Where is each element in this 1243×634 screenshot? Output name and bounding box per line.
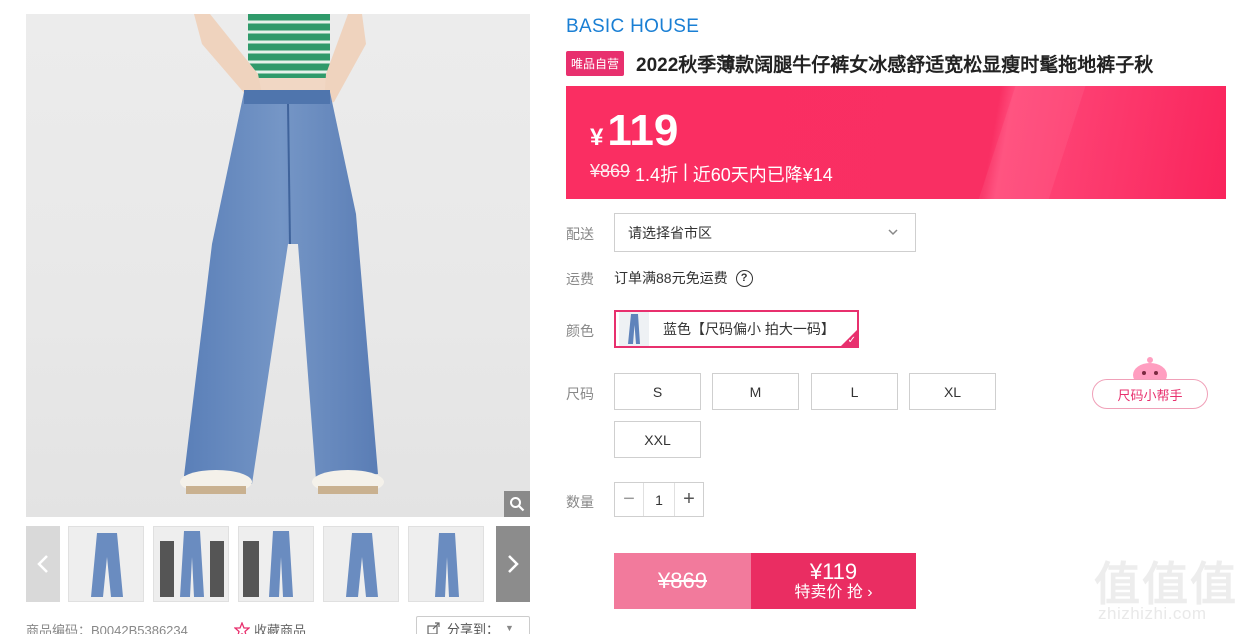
size-option-l[interactable]: L [811,373,898,410]
size-option-s[interactable]: S [614,373,701,410]
chevron-down-icon [888,229,898,236]
currency-symbol: ¥ [590,124,604,151]
title-row: 唯品自营 2022秋季薄款阔腿牛仔裤女冰感舒适宽松显瘦时髦拖地裤子秋 [566,50,1153,77]
gallery-footer: 商品编码：B0042B5386234 收藏商品 分享到： ▼ [26,616,530,634]
current-price: ¥ 119 [590,106,678,156]
chevron-right-icon [508,555,519,573]
product-title: 2022秋季薄款阔腿牛仔裤女冰感舒适宽松显瘦时髦拖地裤子秋 [636,55,1154,76]
thumbnail-1[interactable] [68,526,144,602]
thumbnail-3[interactable] [238,526,314,602]
fee-info: 订单满88元免运费 ? [614,268,753,288]
discount-rate: 1.4折 [635,165,679,185]
main-product-image[interactable] [26,14,530,517]
product-code: 商品编码：B0042B5386234 [26,623,188,634]
check-icon: ✓ [847,335,856,346]
price-banner: ¥ 119 ¥869 1.4折 | 近60天内已降¥14 [566,86,1226,199]
buy-button[interactable]: ¥869 ¥119 特卖价 抢 › [614,553,916,609]
size-option-m[interactable]: M [712,373,799,410]
favorite-label: 收藏商品 [254,623,307,634]
watermark-url: zhizhizhi.com [1098,604,1207,623]
banner-decoration [973,86,1089,199]
quantity-minus-button[interactable]: − [615,483,643,516]
color-label: 颜色 [566,323,594,339]
favorite-button[interactable]: 收藏商品 [234,620,306,634]
color-swatch-image [619,312,649,346]
original-price: ¥869 [590,161,631,181]
color-option-blue[interactable]: 蓝色【尺码偏小 拍大一码】 ✓ [614,310,859,348]
zoom-icon[interactable] [504,491,530,517]
shipping-label: 配送 [566,226,594,242]
size-label: 尺码 [566,386,594,402]
watermark: 值值值 zhizhizhi.com [1094,548,1240,628]
region-select[interactable]: 请选择省市区 [614,213,916,252]
share-icon [427,622,440,634]
thumbnail-2[interactable] [153,526,229,602]
quantity-plus-button[interactable]: + [675,483,703,516]
price-details: ¥869 1.4折 | 近60天内已降¥14 [590,161,833,187]
chevron-left-icon [37,555,48,573]
buy-original-price-value: ¥869 [658,568,707,593]
thumbnail-next-button[interactable] [496,526,530,602]
buy-cta-label: 特卖价 抢 › [794,584,873,602]
price-drop-note: 近60天内已降¥14 [692,165,833,185]
size-helper-widget[interactable]: 尺码小帮手 [1092,355,1210,411]
size-option-xl[interactable]: XL [909,373,996,410]
color-option-label: 蓝色【尺码偏小 拍大一码】 [663,321,835,337]
region-select-value: 请选择省市区 [628,224,712,241]
thumbnail-prev-button[interactable] [26,526,60,602]
star-icon [234,621,250,634]
quantity-input[interactable]: 1 [643,483,675,516]
thumbnail-4[interactable] [323,526,399,602]
share-dropdown[interactable]: 分享到： ▼ [416,616,530,634]
size-option-xxl[interactable]: XXL [614,421,701,458]
buy-sale-price: ¥119 [809,559,858,585]
fee-label: 运费 [566,271,594,287]
price-separator: | [683,161,688,181]
size-helper-button: 尺码小帮手 [1092,379,1208,409]
fee-text: 订单满88元免运费 [614,270,728,286]
thumbnail-5[interactable] [408,526,484,602]
self-operated-badge: 唯品自营 [566,51,625,76]
quantity-stepper: − 1 + [614,482,704,517]
buy-sale-section[interactable]: ¥119 特卖价 抢 › [751,553,916,609]
jeans-photo [180,14,384,494]
brand-link[interactable]: BASIC HOUSE [566,16,699,38]
current-price-value: 119 [607,106,679,155]
quantity-label: 数量 [566,494,594,510]
help-icon[interactable]: ? [735,269,753,287]
share-label: 分享到： [447,621,500,634]
buy-original-price: ¥869 [614,553,751,609]
thumbnail-strip [26,526,530,602]
chevron-down-icon: ▼ [505,623,514,633]
